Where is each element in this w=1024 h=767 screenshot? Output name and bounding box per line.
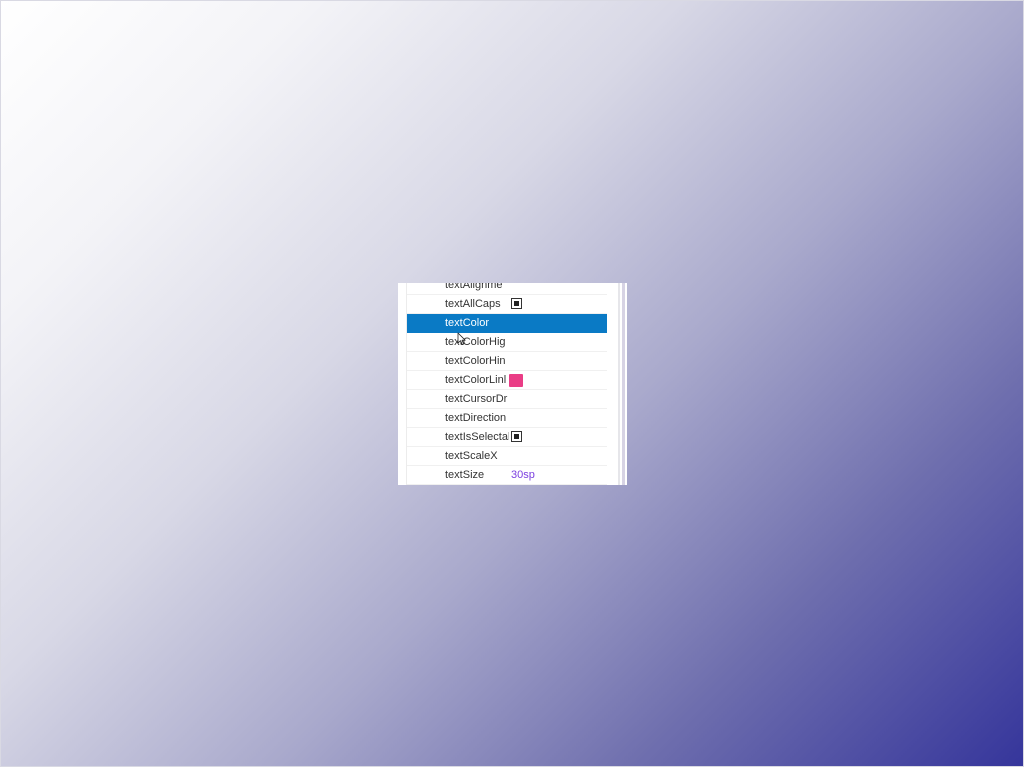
property-row-textcolorlink[interactable]: textColorLinl xyxy=(407,371,607,390)
property-row-textallcaps[interactable]: textAllCaps xyxy=(407,295,607,314)
property-name: textDirection xyxy=(445,412,507,424)
property-name: textColorHin xyxy=(445,355,506,367)
property-row-textsize[interactable]: textSize 30sp xyxy=(407,466,607,485)
property-value[interactable]: 30sp xyxy=(511,469,535,482)
property-name: textColorHig xyxy=(445,336,506,348)
property-row-textcolor[interactable]: textColor xyxy=(407,314,607,333)
property-row-textcolorhint[interactable]: textColorHin xyxy=(407,352,607,371)
property-name: textAllCaps xyxy=(445,298,501,310)
property-name: textIsSelectal xyxy=(445,431,509,443)
property-row-textdirection[interactable]: textDirection xyxy=(407,409,607,428)
property-row-textcolorhighlight[interactable]: textColorHig xyxy=(407,333,607,352)
properties-panel: textAlignme textAllCaps textColor textCo… xyxy=(398,283,627,485)
property-row-textcursordrawable[interactable]: textCursorDr xyxy=(407,390,607,409)
property-row-textalignment[interactable]: textAlignme xyxy=(407,283,607,295)
panel-scrollbar-track[interactable] xyxy=(618,283,620,485)
property-name: textScaleX xyxy=(445,450,498,462)
property-name: textSize xyxy=(445,469,485,481)
property-row-textisselectable[interactable]: textIsSelectal xyxy=(407,428,607,447)
panel-border xyxy=(622,283,625,485)
property-name: textCursorDr xyxy=(445,393,508,405)
property-name: textAlignme xyxy=(445,283,503,291)
color-swatch[interactable] xyxy=(509,374,523,387)
property-row-textscalex[interactable]: textScaleX xyxy=(407,447,607,466)
property-list: textAlignme textAllCaps textColor textCo… xyxy=(407,283,607,485)
property-name: textColor xyxy=(445,317,490,329)
property-name: textColorLinl xyxy=(445,374,507,386)
textisselectable-checkbox[interactable] xyxy=(511,431,522,442)
textallcaps-checkbox[interactable] xyxy=(511,298,522,309)
